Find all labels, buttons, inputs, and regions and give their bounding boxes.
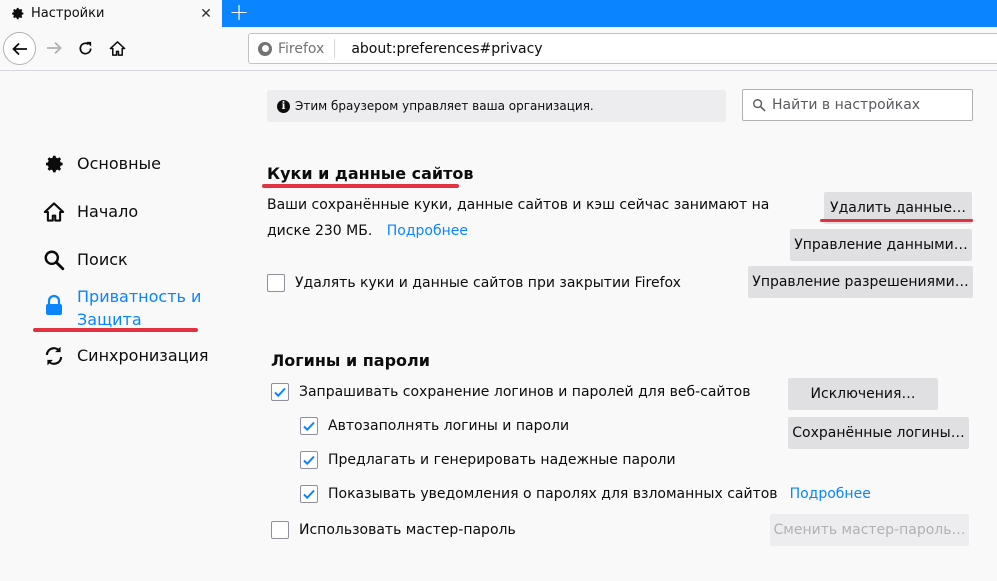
cookies-description: Ваши сохранённые куки, данные сайтов и к… [267, 192, 769, 244]
firefox-icon [258, 41, 272, 56]
manage-permissions-button[interactable]: Управление разрешениями… [748, 266, 973, 298]
ask-save-label: Запрашивать сохранение логинов и паролей… [299, 384, 751, 400]
cookies-description-line2: диске 230 МБ. [267, 223, 373, 239]
suggest-passwords-label: Предлагать и генерировать надежные парол… [328, 452, 676, 468]
checkmark-icon [274, 387, 286, 398]
suggest-passwords-checkbox[interactable] [300, 451, 318, 469]
checkmark-icon [303, 421, 315, 432]
checkmark-icon [303, 489, 315, 500]
annotation-underline [262, 184, 459, 188]
preferences-pane: i Этим браузером управляет ваша организа… [0, 72, 997, 581]
policy-notice[interactable]: i Этим браузером управляет ваша организа… [267, 90, 726, 122]
autofill-label: Автозаполнять логины и пароли [328, 418, 570, 434]
change-master-password-button[interactable]: Сменить мастер-пароль… [770, 514, 969, 546]
forward-button[interactable] [42, 36, 66, 60]
close-icon[interactable]: ✕ [197, 5, 215, 23]
identity-box[interactable]: Firefox [249, 39, 336, 58]
autofill-row[interactable]: Автозаполнять логины и пароли [300, 417, 569, 435]
tab-title: Настройки [31, 6, 105, 21]
checkmark-icon [303, 455, 315, 466]
suggest-passwords-row[interactable]: Предлагать и генерировать надежные парол… [300, 451, 676, 469]
policy-notice-text: Этим браузером управляет ваша организаци… [295, 99, 594, 113]
breach-learn-more-link[interactable]: Подробнее [790, 486, 871, 502]
annotation-underline [820, 219, 973, 222]
cookies-learn-more-link[interactable]: Подробнее [387, 223, 468, 239]
tab-bar: Настройки ✕ + [0, 0, 997, 27]
breach-alerts-row[interactable]: Показывать уведомления о паролях для взл… [300, 485, 871, 503]
forward-arrow-icon [47, 41, 62, 55]
delete-on-close-row[interactable]: Удалять куки и данные сайтов при закрыти… [267, 274, 681, 292]
info-icon: i [277, 99, 290, 113]
home-icon [109, 40, 125, 56]
cookies-description-line1: Ваши сохранённые куки, данные сайтов и к… [267, 197, 770, 213]
master-password-checkbox[interactable] [271, 521, 289, 539]
master-password-row[interactable]: Использовать мастер-пароль [271, 521, 516, 539]
home-button[interactable] [105, 36, 129, 60]
delete-on-close-label: Удалять куки и данные сайтов при закрыти… [295, 275, 681, 291]
url-bar[interactable]: Firefox about:preferences#privacy [248, 33, 997, 64]
navigation-toolbar: Firefox about:preferences#privacy [0, 27, 997, 71]
breach-alerts-checkbox[interactable] [300, 485, 318, 503]
autofill-checkbox[interactable] [300, 417, 318, 435]
identity-label: Firefox [278, 40, 325, 57]
back-arrow-icon [11, 42, 27, 55]
gear-icon [9, 6, 25, 22]
search-icon [752, 98, 766, 112]
cookies-section-title: Куки и данные сайтов [267, 164, 474, 183]
search-input[interactable] [772, 97, 962, 113]
exceptions-button[interactable]: Исключения… [788, 378, 938, 410]
delete-on-close-checkbox[interactable] [267, 274, 285, 292]
ask-save-row[interactable]: Запрашивать сохранение логинов и паролей… [271, 383, 751, 401]
reload-icon [78, 41, 92, 54]
master-password-label: Использовать мастер-пароль [299, 522, 516, 538]
ask-save-checkbox[interactable] [271, 383, 289, 401]
breach-alerts-label: Показывать уведомления о паролях для взл… [328, 486, 778, 502]
url-text[interactable]: about:preferences#privacy [335, 41, 542, 57]
logins-section-title: Логины и пароли [271, 351, 430, 370]
saved-logins-button[interactable]: Сохранённые логины… [788, 417, 969, 449]
back-button[interactable] [3, 32, 36, 65]
manage-data-button[interactable]: Управление данными… [790, 229, 972, 261]
tab-settings[interactable]: Настройки ✕ [0, 0, 222, 27]
search-field[interactable] [742, 89, 973, 121]
new-tab-button[interactable]: + [224, 0, 254, 27]
reload-button[interactable] [73, 36, 97, 60]
